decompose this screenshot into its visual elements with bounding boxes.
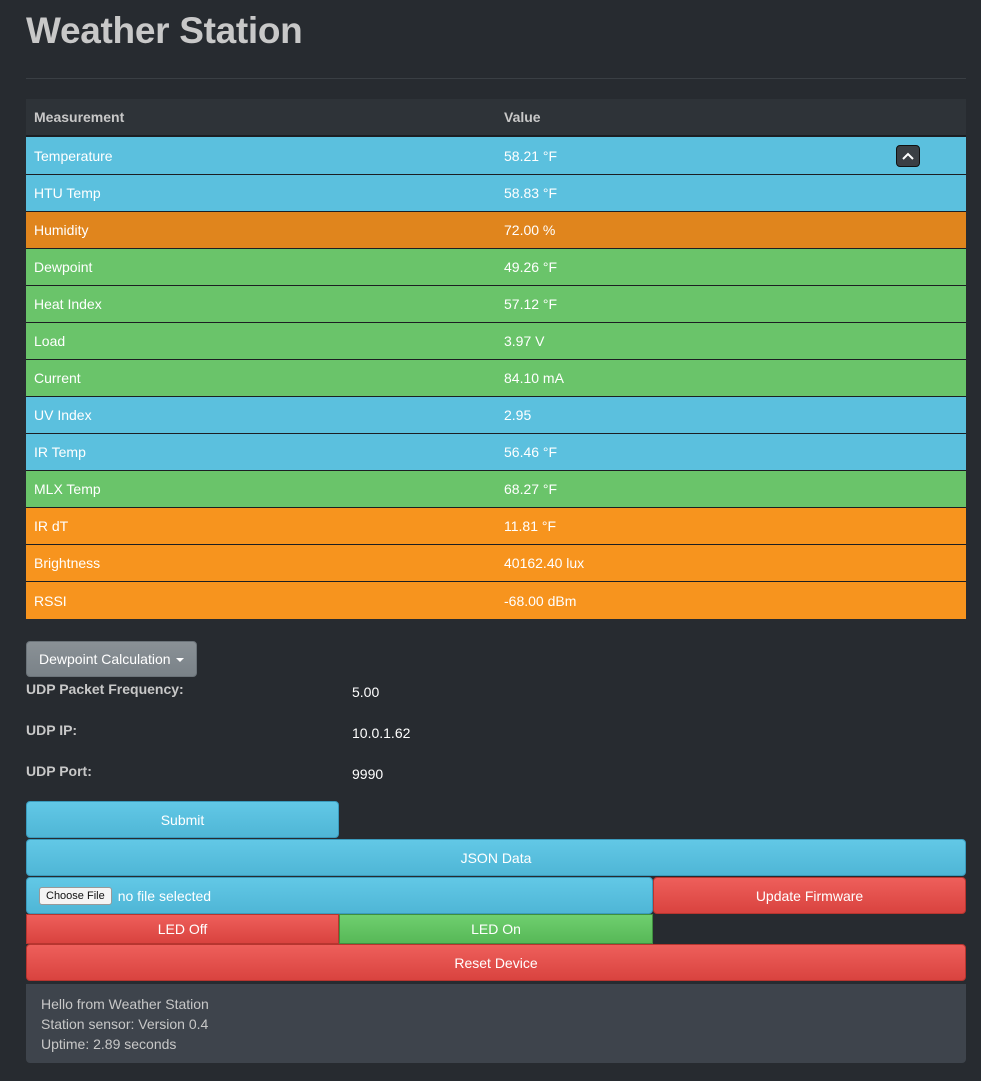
dewpoint-calculation-dropdown[interactable]: Dewpoint Calculation xyxy=(26,641,197,677)
measurement-cell: UV Index xyxy=(34,407,92,423)
file-status-text: no file selected xyxy=(117,887,212,904)
status-line: Hello from Weather Station xyxy=(41,996,209,1012)
measurement-cell: Brightness xyxy=(34,555,101,571)
value-cell: 2.95 xyxy=(504,407,532,423)
table-row: Temperature 58.21 °F xyxy=(26,137,966,175)
udp-port-label: UDP Port: xyxy=(26,763,92,779)
page-title: Weather Station xyxy=(26,10,303,51)
measurement-cell: Load xyxy=(34,333,66,349)
udp-frequency-value[interactable]: 5.00 xyxy=(352,684,379,700)
table-header: Measurement Value xyxy=(26,99,966,137)
measurement-cell: IR Temp xyxy=(34,444,86,460)
value-cell: 56.46 °F xyxy=(504,444,558,460)
divider xyxy=(26,78,966,79)
udp-ip-label: UDP IP: xyxy=(26,722,78,738)
collapse-button[interactable] xyxy=(896,145,920,167)
status-line: Station sensor: Version 0.4 xyxy=(41,1016,209,1032)
submit-button[interactable]: Submit xyxy=(26,801,339,838)
value-cell: -68.00 dBm xyxy=(504,592,577,609)
status-panel: Hello from Weather Station Station senso… xyxy=(26,984,966,1063)
table-row: IR dT 11.81 °F xyxy=(26,508,966,545)
measurement-cell: MLX Temp xyxy=(34,481,101,497)
table-row: RSSI -68.00 dBm xyxy=(26,582,966,619)
value-cell: 3.97 V xyxy=(504,333,545,349)
table-row: Heat Index 57.12 °F xyxy=(26,286,966,323)
table-row: Brightness 40162.40 lux xyxy=(26,545,966,582)
udp-frequency-label: UDP Packet Frequency: xyxy=(26,681,184,697)
choose-file-button[interactable]: Choose File xyxy=(39,886,112,905)
measurement-table: Measurement Value Temperature 58.21 °F HTU… xyxy=(26,99,966,619)
chevron-up-icon xyxy=(902,152,914,160)
value-cell: 68.27 °F xyxy=(504,481,558,497)
header-measurement: Measurement xyxy=(34,109,125,125)
value-cell: 49.26 °F xyxy=(504,259,558,275)
table-row: Load 3.97 V xyxy=(26,323,966,360)
udp-port-value[interactable]: 9990 xyxy=(352,766,383,782)
value-cell: 58.83 °F xyxy=(504,185,558,201)
value-cell: 84.10 mA xyxy=(504,370,564,386)
value-cell: 40162.40 lux xyxy=(504,555,585,571)
table-row: IR Temp 56.46 °F xyxy=(26,434,966,471)
value-cell: 11.81 °F xyxy=(504,518,557,534)
status-line: Uptime: 2.89 seconds xyxy=(41,1036,177,1052)
table-row: UV Index 2.95 xyxy=(26,397,966,434)
table-row: Humidity 72.00 % xyxy=(26,212,966,249)
table-row: MLX Temp 68.27 °F xyxy=(26,471,966,508)
measurement-cell: HTU Temp xyxy=(34,185,101,201)
led-on-button[interactable]: LED On xyxy=(339,914,653,944)
measurement-cell: Current xyxy=(34,370,81,386)
measurement-cell: Heat Index xyxy=(34,296,102,312)
reset-device-button[interactable]: Reset Device xyxy=(26,944,966,981)
table-body: Temperature 58.21 °F HTU Temp 58.83 °F Humid… xyxy=(26,137,966,619)
file-upload-area: Choose File no file selected xyxy=(26,877,653,914)
caret-down-icon xyxy=(175,658,184,662)
update-firmware-button[interactable]: Update Firmware xyxy=(653,877,966,914)
udp-ip-value[interactable]: 10.0.1.62 xyxy=(352,725,410,741)
measurement-cell: Dewpoint xyxy=(34,259,93,275)
value-cell: 57.12 °F xyxy=(504,296,558,312)
header-value: Value xyxy=(504,109,541,125)
dropdown-label: Dewpoint Calculation xyxy=(39,651,171,667)
value-cell: 58.21 °F xyxy=(504,147,558,164)
page: Weather Station Measurement Value Temper… xyxy=(0,0,981,1081)
measurement-cell: Temperature xyxy=(34,147,113,164)
table-row: Current 84.10 mA xyxy=(26,360,966,397)
measurement-cell: RSSI xyxy=(34,592,67,609)
table-row: Dewpoint 49.26 °F xyxy=(26,249,966,286)
led-off-button[interactable]: LED Off xyxy=(26,914,339,944)
value-cell: 72.00 % xyxy=(504,222,556,238)
measurement-cell: Humidity xyxy=(34,222,89,238)
json-data-button[interactable]: JSON Data xyxy=(26,839,966,876)
table-row: HTU Temp 58.83 °F xyxy=(26,175,966,212)
measurement-cell: IR dT xyxy=(34,518,69,534)
